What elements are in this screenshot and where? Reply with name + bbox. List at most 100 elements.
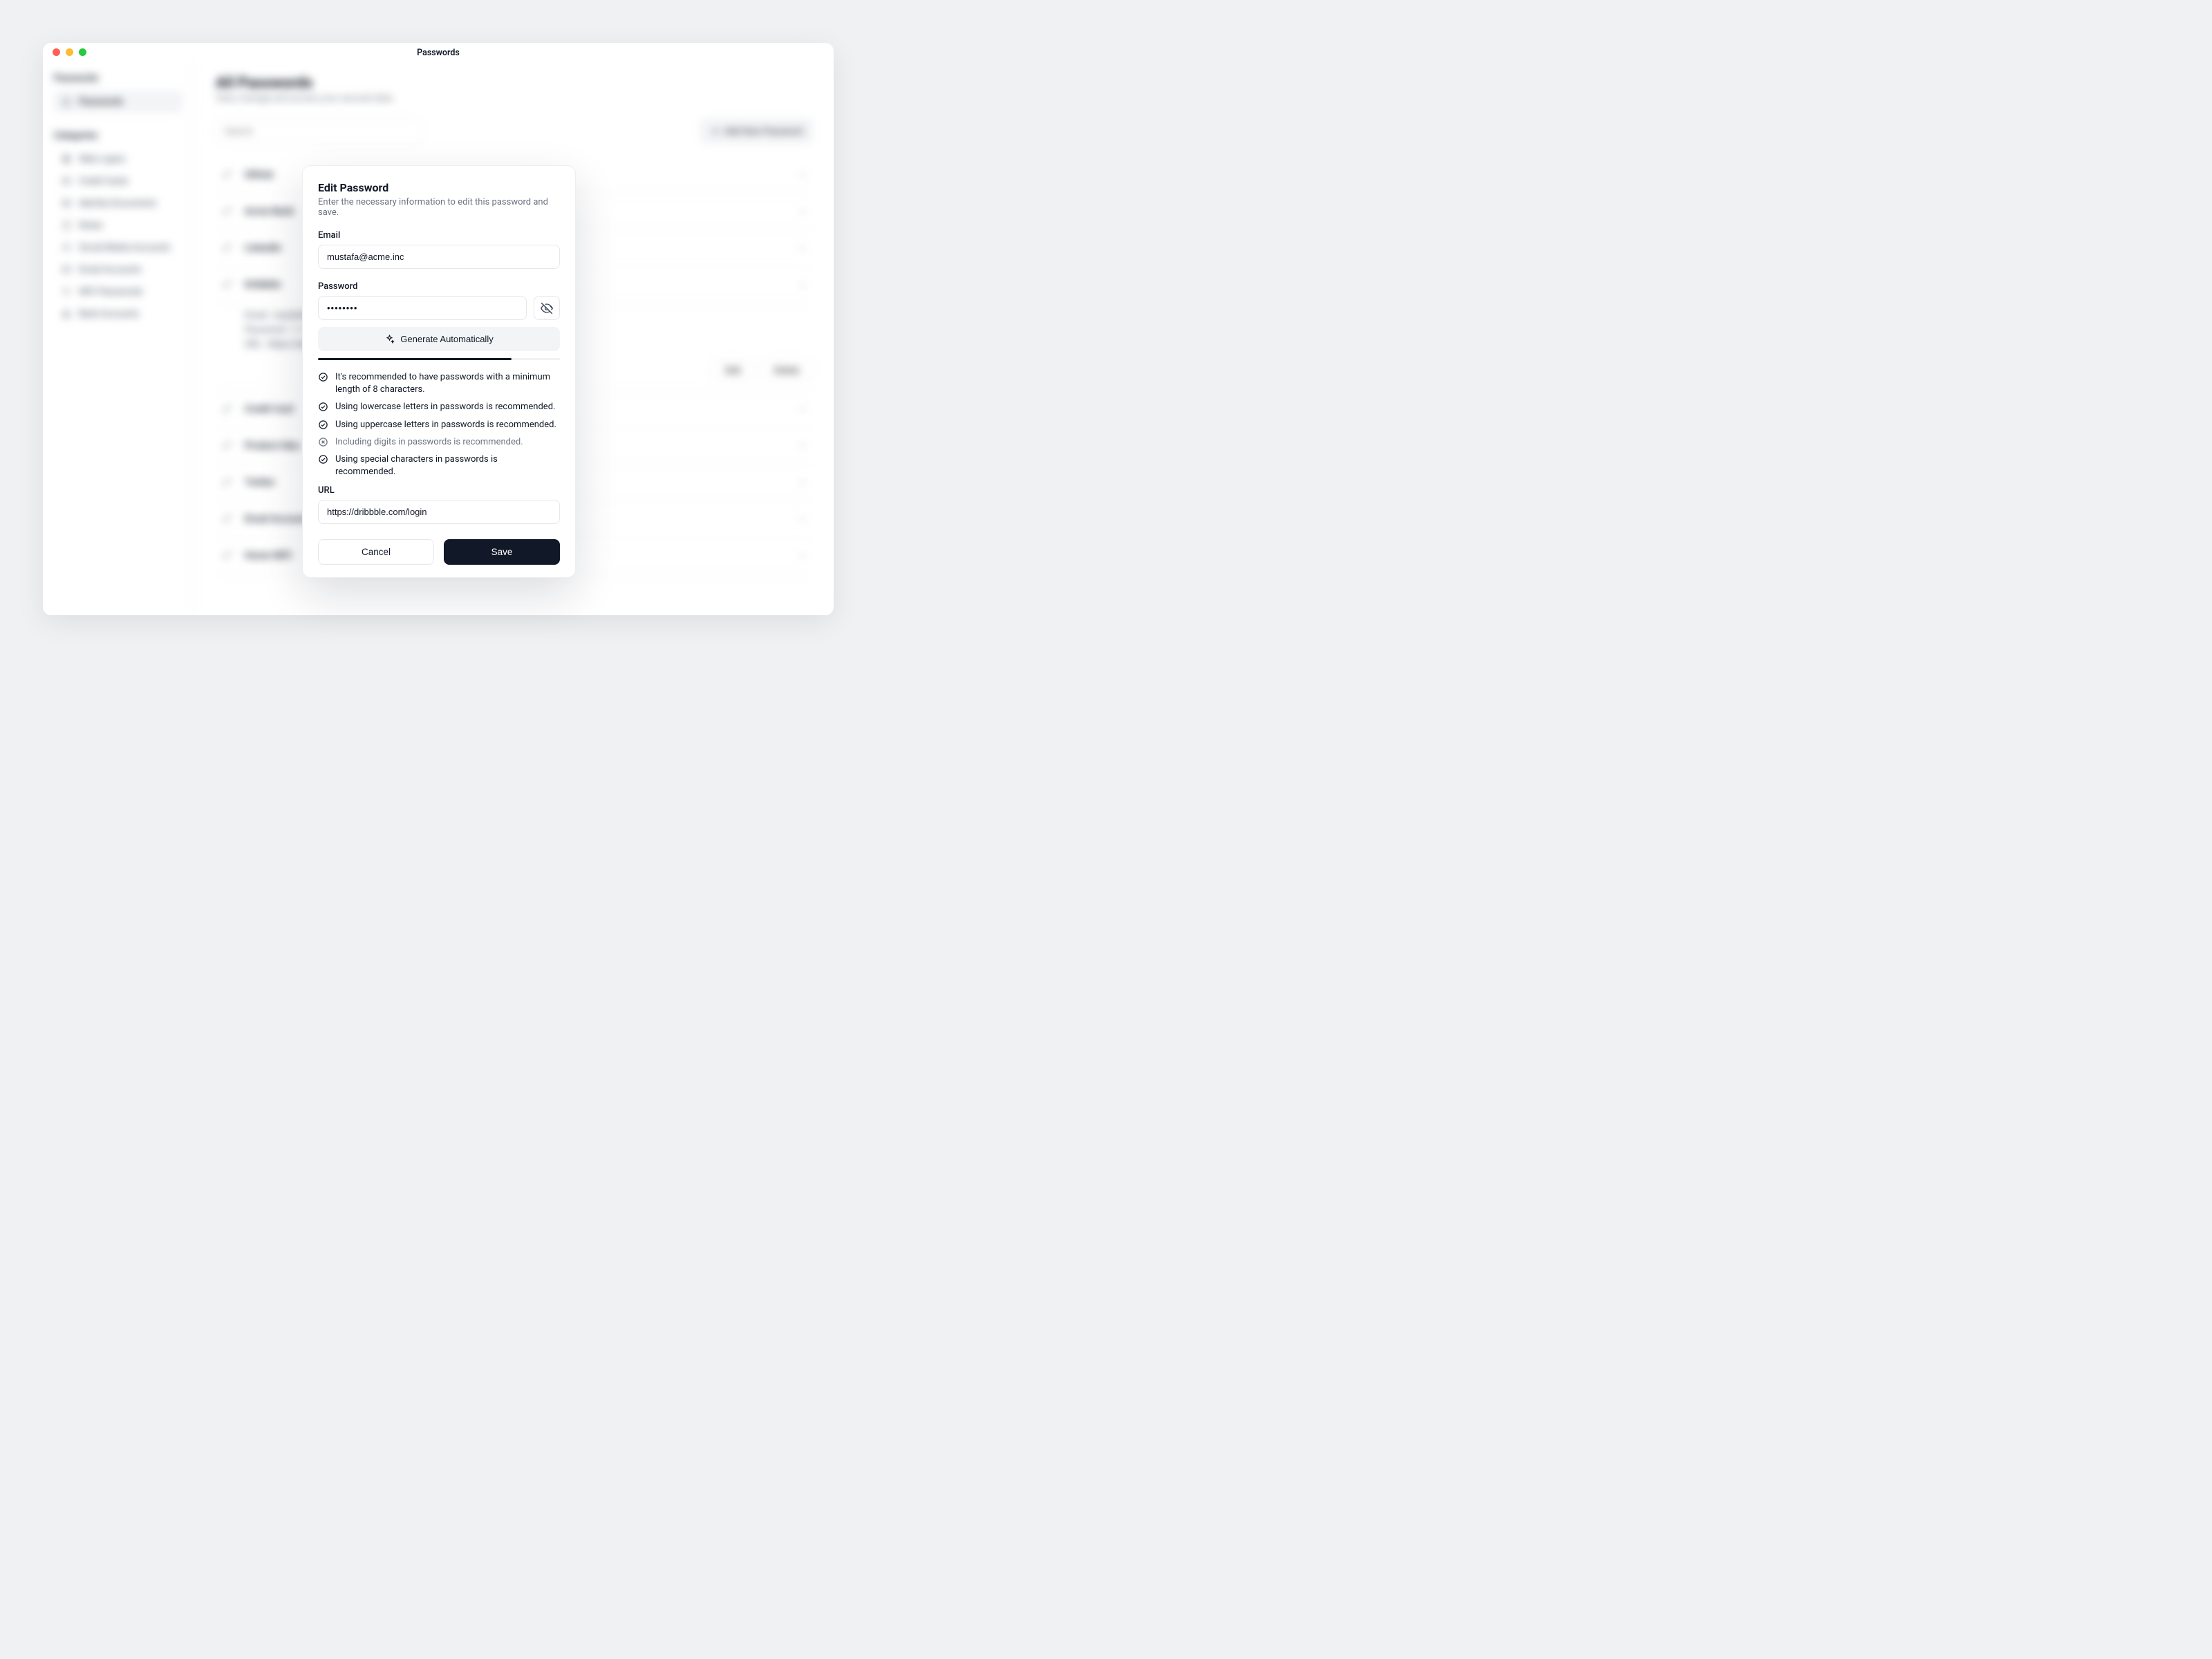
key-icon bbox=[221, 205, 235, 218]
password-row-title: Github bbox=[245, 169, 273, 180]
page-subtitle: View, manage and access your secured dat… bbox=[216, 93, 813, 104]
password-strength-bar bbox=[318, 358, 560, 360]
add-button-label: Add New Password bbox=[724, 126, 803, 136]
bank-icon bbox=[61, 308, 72, 319]
wifi-icon bbox=[61, 286, 72, 297]
chevron-down-icon bbox=[798, 243, 807, 253]
email-label: Email bbox=[318, 230, 560, 241]
url-field[interactable] bbox=[318, 500, 560, 524]
password-row-title: Home WiFi bbox=[245, 550, 292, 561]
close-window-button[interactable] bbox=[53, 48, 60, 56]
delete-button[interactable]: Delete bbox=[760, 359, 813, 381]
password-checks: It's recommended to have passwords with … bbox=[318, 371, 560, 478]
email-field[interactable] bbox=[318, 245, 560, 269]
sidebar-item-bank-accounts[interactable]: Bank Accounts bbox=[54, 303, 183, 325]
chevron-down-icon bbox=[798, 478, 807, 487]
password-field[interactable] bbox=[318, 296, 527, 320]
sidebar-item-wifi-passwords[interactable]: WiFi Passwords bbox=[54, 281, 183, 303]
chevron-down-icon bbox=[798, 441, 807, 451]
modal-title: Edit Password bbox=[318, 181, 560, 194]
chevron-down-icon bbox=[798, 280, 807, 290]
card-icon bbox=[61, 176, 72, 187]
key-icon bbox=[221, 278, 235, 292]
url-field-group: URL bbox=[318, 485, 560, 524]
sidebar-section-title: Categories bbox=[54, 131, 183, 141]
key-icon bbox=[221, 476, 235, 489]
password-field-group: Password bbox=[318, 281, 560, 478]
search-input[interactable] bbox=[216, 119, 423, 143]
email-field-group: Email bbox=[318, 230, 560, 269]
note-icon bbox=[61, 220, 72, 231]
id-icon bbox=[61, 198, 72, 209]
generate-password-button[interactable]: Generate Automatically bbox=[318, 327, 560, 351]
chevron-down-icon bbox=[798, 551, 807, 561]
mail-icon bbox=[61, 264, 72, 275]
lock-icon bbox=[61, 96, 72, 107]
sidebar-item-notes[interactable]: Notes bbox=[54, 214, 183, 236]
x-circle-icon bbox=[318, 437, 328, 447]
key-icon bbox=[221, 241, 235, 255]
chevron-down-icon bbox=[798, 207, 807, 216]
modal-actions: Cancel Save bbox=[318, 539, 560, 565]
sidebar-item-passwords[interactable]: Passwords bbox=[54, 91, 183, 113]
sidebar-item-label: WiFi Passwords bbox=[79, 287, 142, 297]
check-circle-icon bbox=[318, 420, 328, 430]
password-row-title: Twitter bbox=[245, 477, 275, 488]
chevron-down-icon bbox=[798, 170, 807, 180]
key-icon bbox=[221, 402, 235, 416]
password-row-title: Acme Bank bbox=[245, 206, 294, 217]
password-label: Password bbox=[318, 281, 560, 292]
sidebar-item-label: Credit Cards bbox=[79, 176, 128, 187]
sidebar-item-email-accounts[interactable]: Email Accounts bbox=[54, 259, 183, 281]
check-circle-icon bbox=[318, 454, 328, 465]
check-text: It's recommended to have passwords with … bbox=[335, 371, 560, 396]
check-text: Using uppercase letters in passwords is … bbox=[335, 419, 556, 431]
sidebar-item-credit-cards[interactable]: Credit Cards bbox=[54, 170, 183, 192]
key-icon bbox=[221, 512, 235, 526]
toggle-password-visibility-button[interactable] bbox=[534, 296, 560, 320]
check-text: Using special characters in passwords is… bbox=[335, 453, 560, 478]
sparkle-icon bbox=[384, 334, 395, 344]
sidebar-item-web-logins[interactable]: Web Logins bbox=[54, 148, 183, 170]
save-button[interactable]: Save bbox=[444, 539, 560, 565]
generate-button-label: Generate Automatically bbox=[400, 334, 493, 344]
edit-button[interactable]: Edit bbox=[712, 359, 753, 381]
password-row-title: Email Account bbox=[245, 514, 307, 525]
url-label: URL bbox=[318, 485, 560, 496]
password-check-item: Including digits in passwords is recomme… bbox=[318, 436, 560, 449]
password-check-item: Using uppercase letters in passwords is … bbox=[318, 419, 560, 431]
add-new-password-button[interactable]: Add New Password bbox=[700, 119, 813, 143]
sidebar-item-label: Notes bbox=[79, 221, 103, 231]
minimize-window-button[interactable] bbox=[66, 48, 73, 56]
check-circle-icon bbox=[318, 402, 328, 412]
password-check-item: It's recommended to have passwords with … bbox=[318, 371, 560, 396]
page-title: All Passwords bbox=[216, 75, 813, 92]
maximize-window-button[interactable] bbox=[79, 48, 86, 56]
check-circle-icon bbox=[318, 372, 328, 382]
chevron-down-icon bbox=[798, 514, 807, 524]
window-title: Passwords bbox=[53, 48, 824, 58]
modal-subtitle: Enter the necessary information to edit … bbox=[318, 197, 560, 218]
chevron-down-icon bbox=[798, 404, 807, 414]
people-icon bbox=[61, 242, 72, 253]
plus-icon bbox=[711, 126, 720, 136]
password-row-title: LinkedIn bbox=[245, 243, 281, 254]
sidebar-item-social-media-accounts[interactable]: Social Media Accounts bbox=[54, 236, 183, 259]
cancel-button[interactable]: Cancel bbox=[318, 539, 434, 565]
titlebar: Passwords bbox=[43, 43, 834, 58]
sidebar-item-identity-documents[interactable]: Identity Documents bbox=[54, 192, 183, 214]
password-strength-fill bbox=[318, 358, 512, 360]
edit-password-modal: Edit Password Enter the necessary inform… bbox=[302, 165, 576, 578]
key-icon bbox=[221, 168, 235, 182]
password-check-item: Using lowercase letters in passwords is … bbox=[318, 401, 560, 413]
password-check-item: Using special characters in passwords is… bbox=[318, 453, 560, 478]
key-icon bbox=[221, 549, 235, 563]
globe-icon bbox=[61, 153, 72, 165]
check-text: Including digits in passwords is recomme… bbox=[335, 436, 523, 449]
key-icon bbox=[221, 439, 235, 453]
password-row-title: Product Idea bbox=[245, 440, 300, 451]
check-text: Using lowercase letters in passwords is … bbox=[335, 401, 555, 413]
toolbar: Add New Password bbox=[216, 119, 813, 143]
sidebar: PasswordsPasswordsCategoriesWeb LoginsCr… bbox=[43, 58, 195, 615]
sidebar-item-label: Social Media Accounts bbox=[79, 243, 170, 253]
